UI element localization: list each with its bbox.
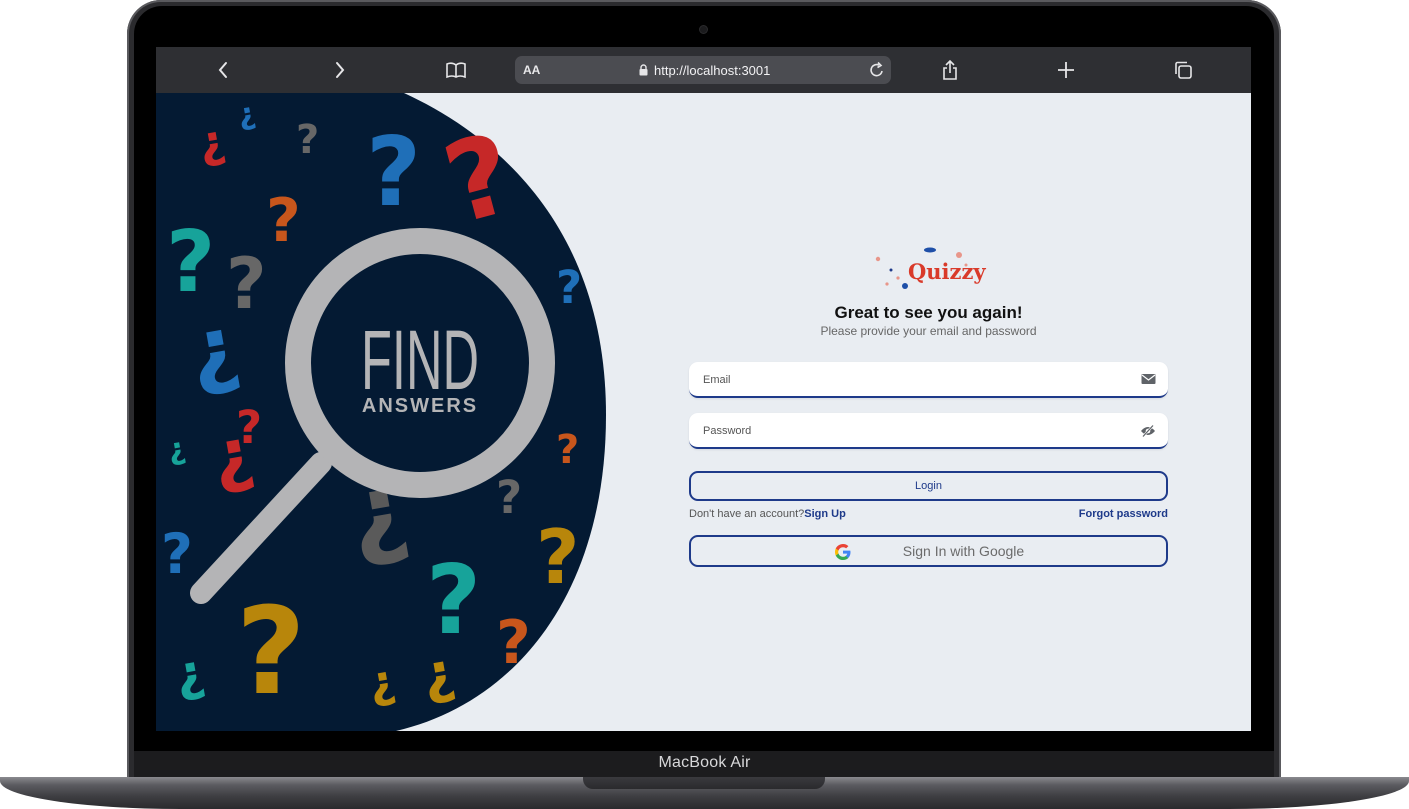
- account-links-row: Don't have an account?Sign Up Forgot pas…: [689, 508, 1168, 520]
- logo-text: Quizzy: [908, 259, 986, 284]
- svg-text:?: ?: [166, 213, 215, 312]
- reader-aa-button[interactable]: AA: [523, 63, 540, 77]
- sign-up-link[interactable]: Sign Up: [804, 508, 846, 520]
- email-field[interactable]: Email: [689, 362, 1168, 398]
- no-account-text: Don't have an account?: [689, 508, 805, 520]
- book-icon: [446, 62, 466, 79]
- url-text: http://localhost:3001: [654, 62, 771, 78]
- chevron-right-icon: [336, 62, 345, 78]
- svg-text:?: ?: [496, 471, 522, 524]
- camera: [700, 26, 707, 33]
- welcome-title: Great to see you again!: [834, 303, 1023, 322]
- google-signin-button[interactable]: Sign In with Google: [689, 535, 1168, 567]
- chevron-left-icon: [218, 62, 227, 78]
- forward-button[interactable]: [320, 47, 360, 93]
- browser-toolbar: AA http://localhost:3001: [156, 47, 1251, 93]
- svg-text:?: ?: [296, 117, 319, 163]
- tabs-overview-button[interactable]: [1163, 47, 1203, 93]
- google-icon: [835, 544, 851, 560]
- plus-icon: [1058, 62, 1074, 78]
- reload-icon[interactable]: [869, 61, 885, 79]
- find-answers-illustration: ? ? ? ? ? ? ? ? ? ? ? ? ? ? ? ? ? ? ? ? …: [156, 93, 606, 731]
- laptop-notch: [583, 777, 825, 789]
- svg-text:?: ?: [161, 522, 193, 586]
- hero-word-answers: ANSWERS: [362, 395, 478, 417]
- address-bar[interactable]: AA http://localhost:3001: [515, 56, 891, 84]
- google-signin-label: Sign In with Google: [902, 543, 1025, 559]
- back-button[interactable]: [203, 47, 243, 93]
- tabs-icon: [1175, 61, 1192, 79]
- email-label: Email: [703, 374, 731, 386]
- new-tab-button[interactable]: [1046, 47, 1086, 93]
- model-label: MacBook Air: [658, 754, 751, 771]
- share-button[interactable]: [930, 47, 970, 93]
- eye-slash-icon[interactable]: [1140, 424, 1156, 438]
- mail-icon: [1141, 374, 1156, 384]
- app-screen: ? ? ? ? ? ? ? ? ? ? ? ? ? ? ? ? ? ? ? ? …: [156, 93, 1251, 731]
- svg-text:?: ?: [426, 546, 481, 656]
- svg-text:?: ?: [236, 583, 306, 722]
- login-button[interactable]: Login: [689, 471, 1168, 501]
- svg-text:?: ?: [266, 186, 301, 256]
- svg-text:?: ?: [496, 608, 531, 678]
- svg-text:?: ?: [556, 427, 579, 473]
- login-label: Login: [915, 480, 942, 492]
- bookmarks-button[interactable]: [436, 47, 476, 93]
- lock-icon: [639, 64, 648, 76]
- share-icon: [943, 59, 957, 80]
- svg-text:?: ?: [556, 261, 582, 314]
- password-label: Password: [703, 425, 752, 437]
- forgot-password-link[interactable]: Forgot password: [1079, 508, 1168, 520]
- password-field[interactable]: Password: [689, 413, 1168, 449]
- hero-word-find: FIND: [361, 313, 479, 407]
- svg-text:?: ?: [536, 513, 580, 601]
- welcome-subtitle: Please provide your email and password: [820, 324, 1037, 338]
- svg-text:?: ?: [366, 118, 421, 228]
